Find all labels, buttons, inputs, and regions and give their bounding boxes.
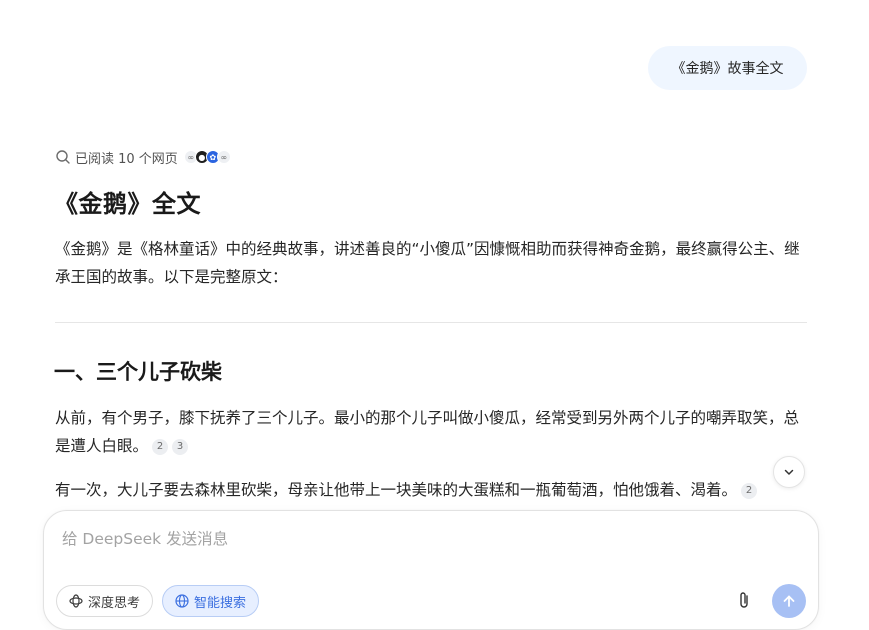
paragraph-text: 有一次，大儿子要去森林里砍柴，母亲让他带上一块美味的大蛋糕和一瓶葡萄酒，怕他饿着…: [55, 481, 738, 499]
web-search-button[interactable]: 智能搜索: [162, 585, 260, 617]
deep-think-button[interactable]: 深度思考: [56, 585, 154, 617]
search-icon: [56, 150, 70, 164]
citation-badge[interactable]: 3: [172, 439, 189, 455]
deep-think-icon: [69, 594, 83, 608]
source-icons: ∞ ● ✿ ∞: [183, 150, 231, 164]
user-message-text: 《金鹅》故事全文: [671, 61, 784, 77]
search-status-label: 已阅读 10 个网页: [75, 151, 178, 167]
send-button[interactable]: [772, 584, 806, 618]
user-message-bubble: 《金鹅》故事全文: [648, 46, 807, 90]
section-paragraph-1: 从前，有个男子，膝下抚养了三个儿子。最小的那个儿子叫做小傻瓜，经常受到另外两个儿…: [55, 404, 810, 460]
globe-icon: [175, 594, 189, 608]
chevron-down-icon: [784, 469, 794, 475]
answer-intro: 《金鹅》是《格林童话》中的经典故事，讲述善良的“小傻瓜”因慷慨相助而获得神奇金鹅…: [55, 240, 800, 286]
message-input[interactable]: [60, 526, 664, 552]
divider: [55, 322, 807, 323]
citation-badge[interactable]: 2: [152, 439, 169, 455]
web-search-label: 智能搜索: [194, 595, 247, 611]
search-status[interactable]: 已阅读 10 个网页 ∞ ● ✿ ∞: [55, 147, 231, 167]
arrow-up-icon: [783, 595, 795, 607]
citation-badge[interactable]: 2: [741, 483, 758, 499]
section-heading: 一、三个儿子砍柴: [54, 360, 222, 384]
section-paragraph-2: 有一次，大儿子要去森林里砍柴，母亲让他带上一块美味的大蛋糕和一瓶葡萄酒，怕他饿着…: [55, 476, 810, 504]
attach-icon[interactable]: [736, 590, 752, 610]
scroll-to-bottom-button[interactable]: [773, 456, 805, 488]
deep-think-label: 深度思考: [88, 595, 141, 611]
link-icon: ∞: [216, 150, 231, 164]
answer-title: 《金鹅》全文: [54, 190, 201, 218]
